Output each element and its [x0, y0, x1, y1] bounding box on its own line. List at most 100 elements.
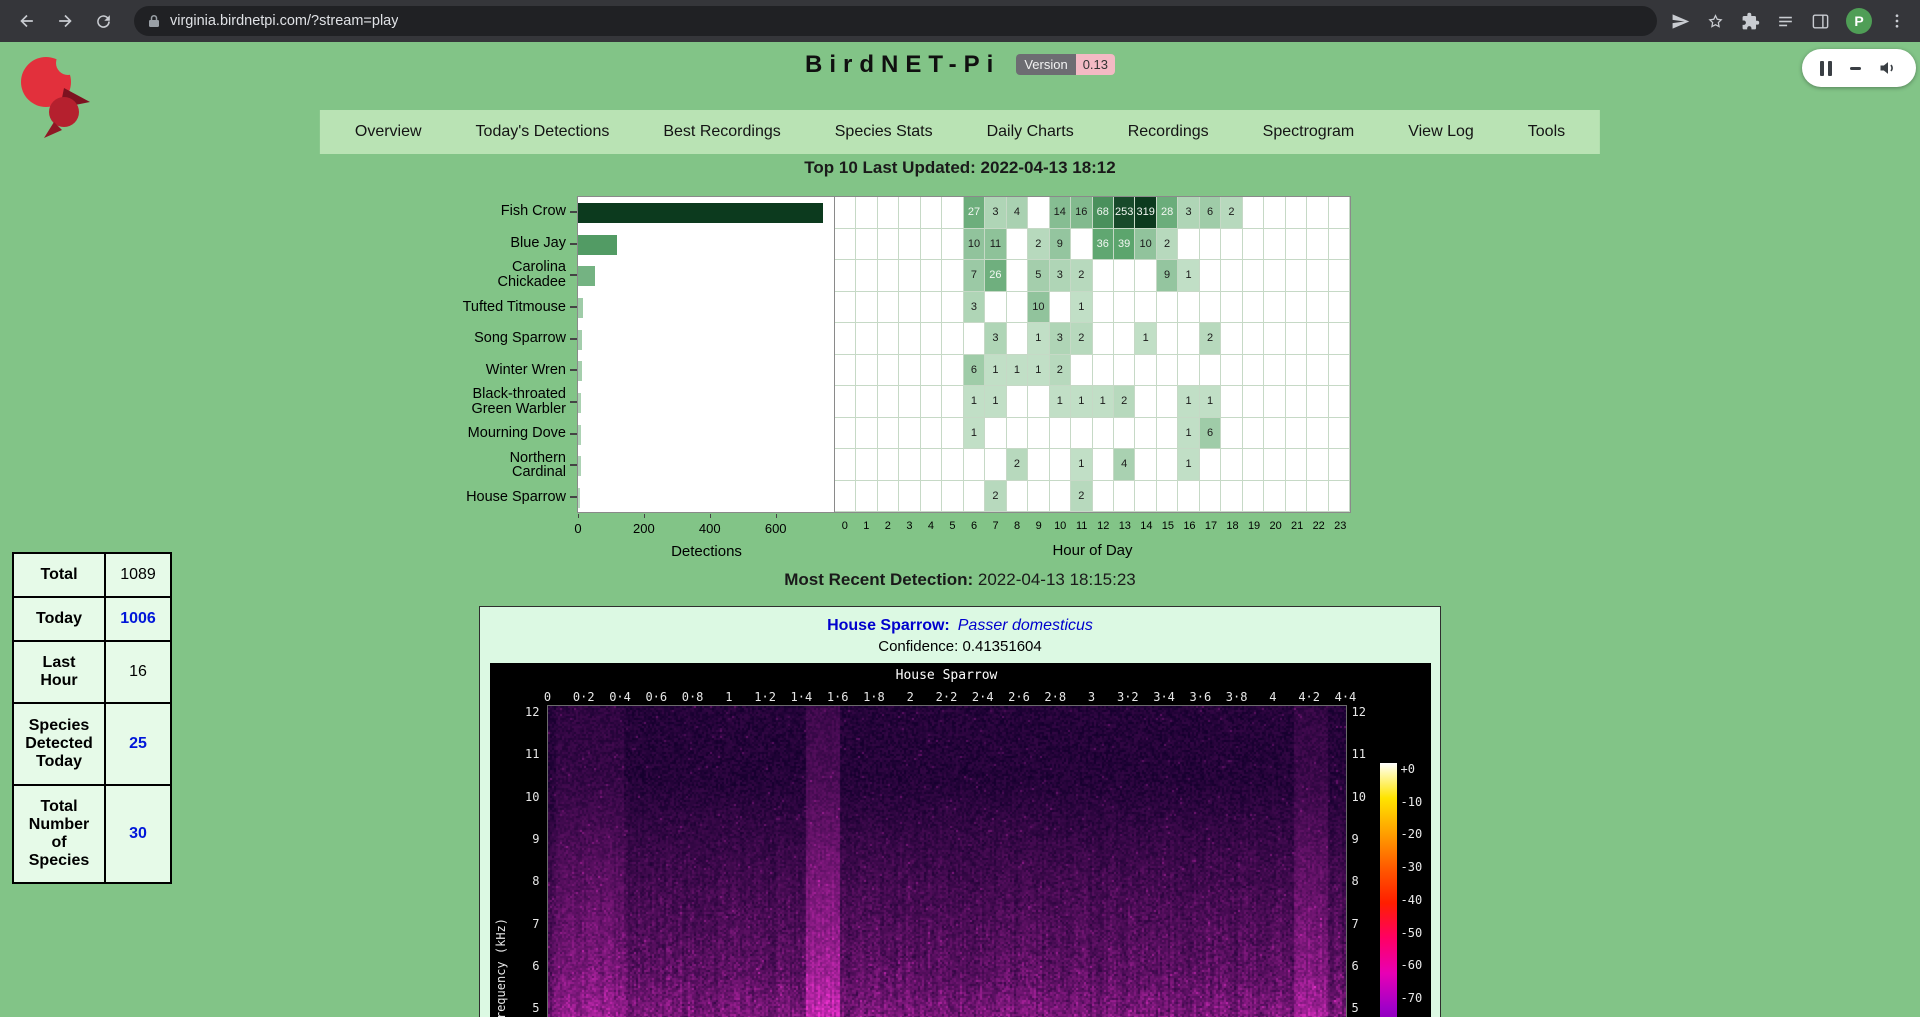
heat-cell: [835, 260, 856, 292]
pause-button[interactable]: [1820, 61, 1832, 76]
scientific-name-link[interactable]: Passer domesticus: [958, 617, 1093, 634]
heat-cell: [1264, 481, 1285, 513]
nav-item-today-s-detections[interactable]: Today's Detections: [449, 123, 637, 141]
reload-button[interactable]: [86, 4, 120, 38]
volume-button[interactable]: [1878, 58, 1898, 78]
reading-list-button[interactable]: [1776, 12, 1795, 31]
heat-cell: 1: [1050, 386, 1071, 418]
nav-item-species-stats[interactable]: Species Stats: [808, 123, 960, 141]
spec-y-tick: 12: [1352, 705, 1386, 719]
heat-cell: [1028, 481, 1049, 513]
colorbar-tick: -50: [1401, 926, 1423, 940]
reading-list-icon: [1776, 12, 1795, 31]
stats-label: Last Hour: [13, 641, 105, 703]
axis-tick: [570, 306, 577, 308]
heat-cell: [942, 260, 963, 292]
nav-item-recordings[interactable]: Recordings: [1101, 123, 1236, 141]
species-label-text: Northern Cardinal: [461, 451, 566, 481]
screen: virginia.birdnetpi.com/?stream=play P: [0, 0, 1920, 1017]
heat-cell: 2: [1114, 386, 1135, 418]
back-button[interactable]: [10, 4, 44, 38]
heat-cell: 2: [1050, 355, 1071, 387]
stats-row: Today1006: [13, 597, 171, 641]
extensions-button[interactable]: [1741, 12, 1760, 31]
spec-x-tick: 2·6: [1008, 690, 1030, 704]
extensions-icon: [1741, 12, 1760, 31]
nav-item-best-recordings[interactable]: Best Recordings: [636, 123, 807, 141]
heat-cell: [942, 323, 963, 355]
heat-cell: 39: [1114, 229, 1135, 261]
species-label-text: Winter Wren: [486, 363, 566, 378]
player-progress-dash[interactable]: [1850, 67, 1861, 70]
spec-y-tick: 6: [506, 959, 540, 973]
heat-cell: 1: [1007, 355, 1028, 387]
heat-cell: [835, 292, 856, 324]
back-icon: [17, 11, 37, 31]
species-link[interactable]: House Sparrow:: [827, 617, 950, 634]
heat-cell: [1178, 229, 1199, 261]
heat-cell: [878, 449, 899, 481]
heat-cell: 6: [964, 355, 985, 387]
nav-item-spectrogram[interactable]: Spectrogram: [1236, 123, 1382, 141]
forward-button[interactable]: [48, 4, 82, 38]
heat-cell: [1221, 449, 1242, 481]
species-label-text: Blue Jay: [510, 236, 566, 251]
heat-cell: 6: [1200, 418, 1221, 450]
heat-cell: [1093, 355, 1114, 387]
heat-cell: [1007, 292, 1028, 324]
heat-cell: 1: [1071, 386, 1092, 418]
species-label: Mourning Dove: [457, 418, 577, 450]
nav-item-daily-charts[interactable]: Daily Charts: [960, 123, 1101, 141]
nav-item-tools[interactable]: Tools: [1501, 123, 1592, 141]
hour-tick-label: 5: [949, 520, 955, 532]
spec-y-tick: 10: [506, 790, 540, 804]
heat-cell: [1243, 481, 1264, 513]
sidebar-icon: [1811, 12, 1830, 31]
bookmark-button[interactable]: [1706, 12, 1725, 31]
hour-tick-label: 23: [1334, 520, 1346, 532]
address-bar[interactable]: virginia.birdnetpi.com/?stream=play: [134, 6, 1657, 36]
colorbar-tick: -40: [1401, 893, 1423, 907]
bar-axis-tick-label: 600: [765, 521, 787, 536]
star-icon: [1706, 12, 1725, 31]
heat-cell: [1071, 355, 1092, 387]
profile-avatar[interactable]: P: [1846, 8, 1872, 34]
heat-cell: [1221, 292, 1242, 324]
spec-x-tick: 0·6: [645, 690, 667, 704]
heat-cell: [1264, 292, 1285, 324]
heat-cell: [856, 418, 877, 450]
species-label-text: Mourning Dove: [468, 426, 566, 441]
heat-cell: 253: [1114, 197, 1135, 229]
hour-tick-label: 4: [928, 520, 934, 532]
stats-value-link[interactable]: 25: [105, 703, 171, 785]
heat-cell: [1007, 481, 1028, 513]
side-panel-button[interactable]: [1811, 12, 1830, 31]
heat-cell: [985, 292, 1006, 324]
spec-x-tick: 1: [725, 690, 732, 704]
hour-tick-label: 2: [885, 520, 891, 532]
heat-cell: [1286, 260, 1307, 292]
heat-cell: [1093, 323, 1114, 355]
heat-cell: 1: [985, 355, 1006, 387]
send-button[interactable]: [1671, 12, 1690, 31]
heat-cell: [1329, 323, 1350, 355]
heat-cell: 2: [985, 481, 1006, 513]
heat-cell: [1007, 386, 1028, 418]
axis-tick: [570, 338, 577, 340]
heat-cell: 4: [1007, 197, 1028, 229]
species-label: Tufted Titmouse: [457, 291, 577, 323]
most-recent-label: Most Recent Detection:: [784, 570, 973, 589]
heat-cell: [1307, 418, 1328, 450]
heat-cell: 10: [964, 229, 985, 261]
stats-value-link[interactable]: 30: [105, 785, 171, 883]
nav-item-view-log[interactable]: View Log: [1381, 123, 1501, 141]
heat-cell: 1: [1028, 355, 1049, 387]
nav-item-overview[interactable]: Overview: [328, 123, 449, 141]
stats-value-link[interactable]: 1006: [105, 597, 171, 641]
axis-tick: [570, 211, 577, 213]
heat-cell: [1221, 481, 1242, 513]
spec-x-tick: 0·8: [682, 690, 704, 704]
browser-menu-button[interactable]: [1888, 12, 1906, 30]
heat-cell: 27: [964, 197, 985, 229]
heat-cell: 36: [1093, 229, 1114, 261]
